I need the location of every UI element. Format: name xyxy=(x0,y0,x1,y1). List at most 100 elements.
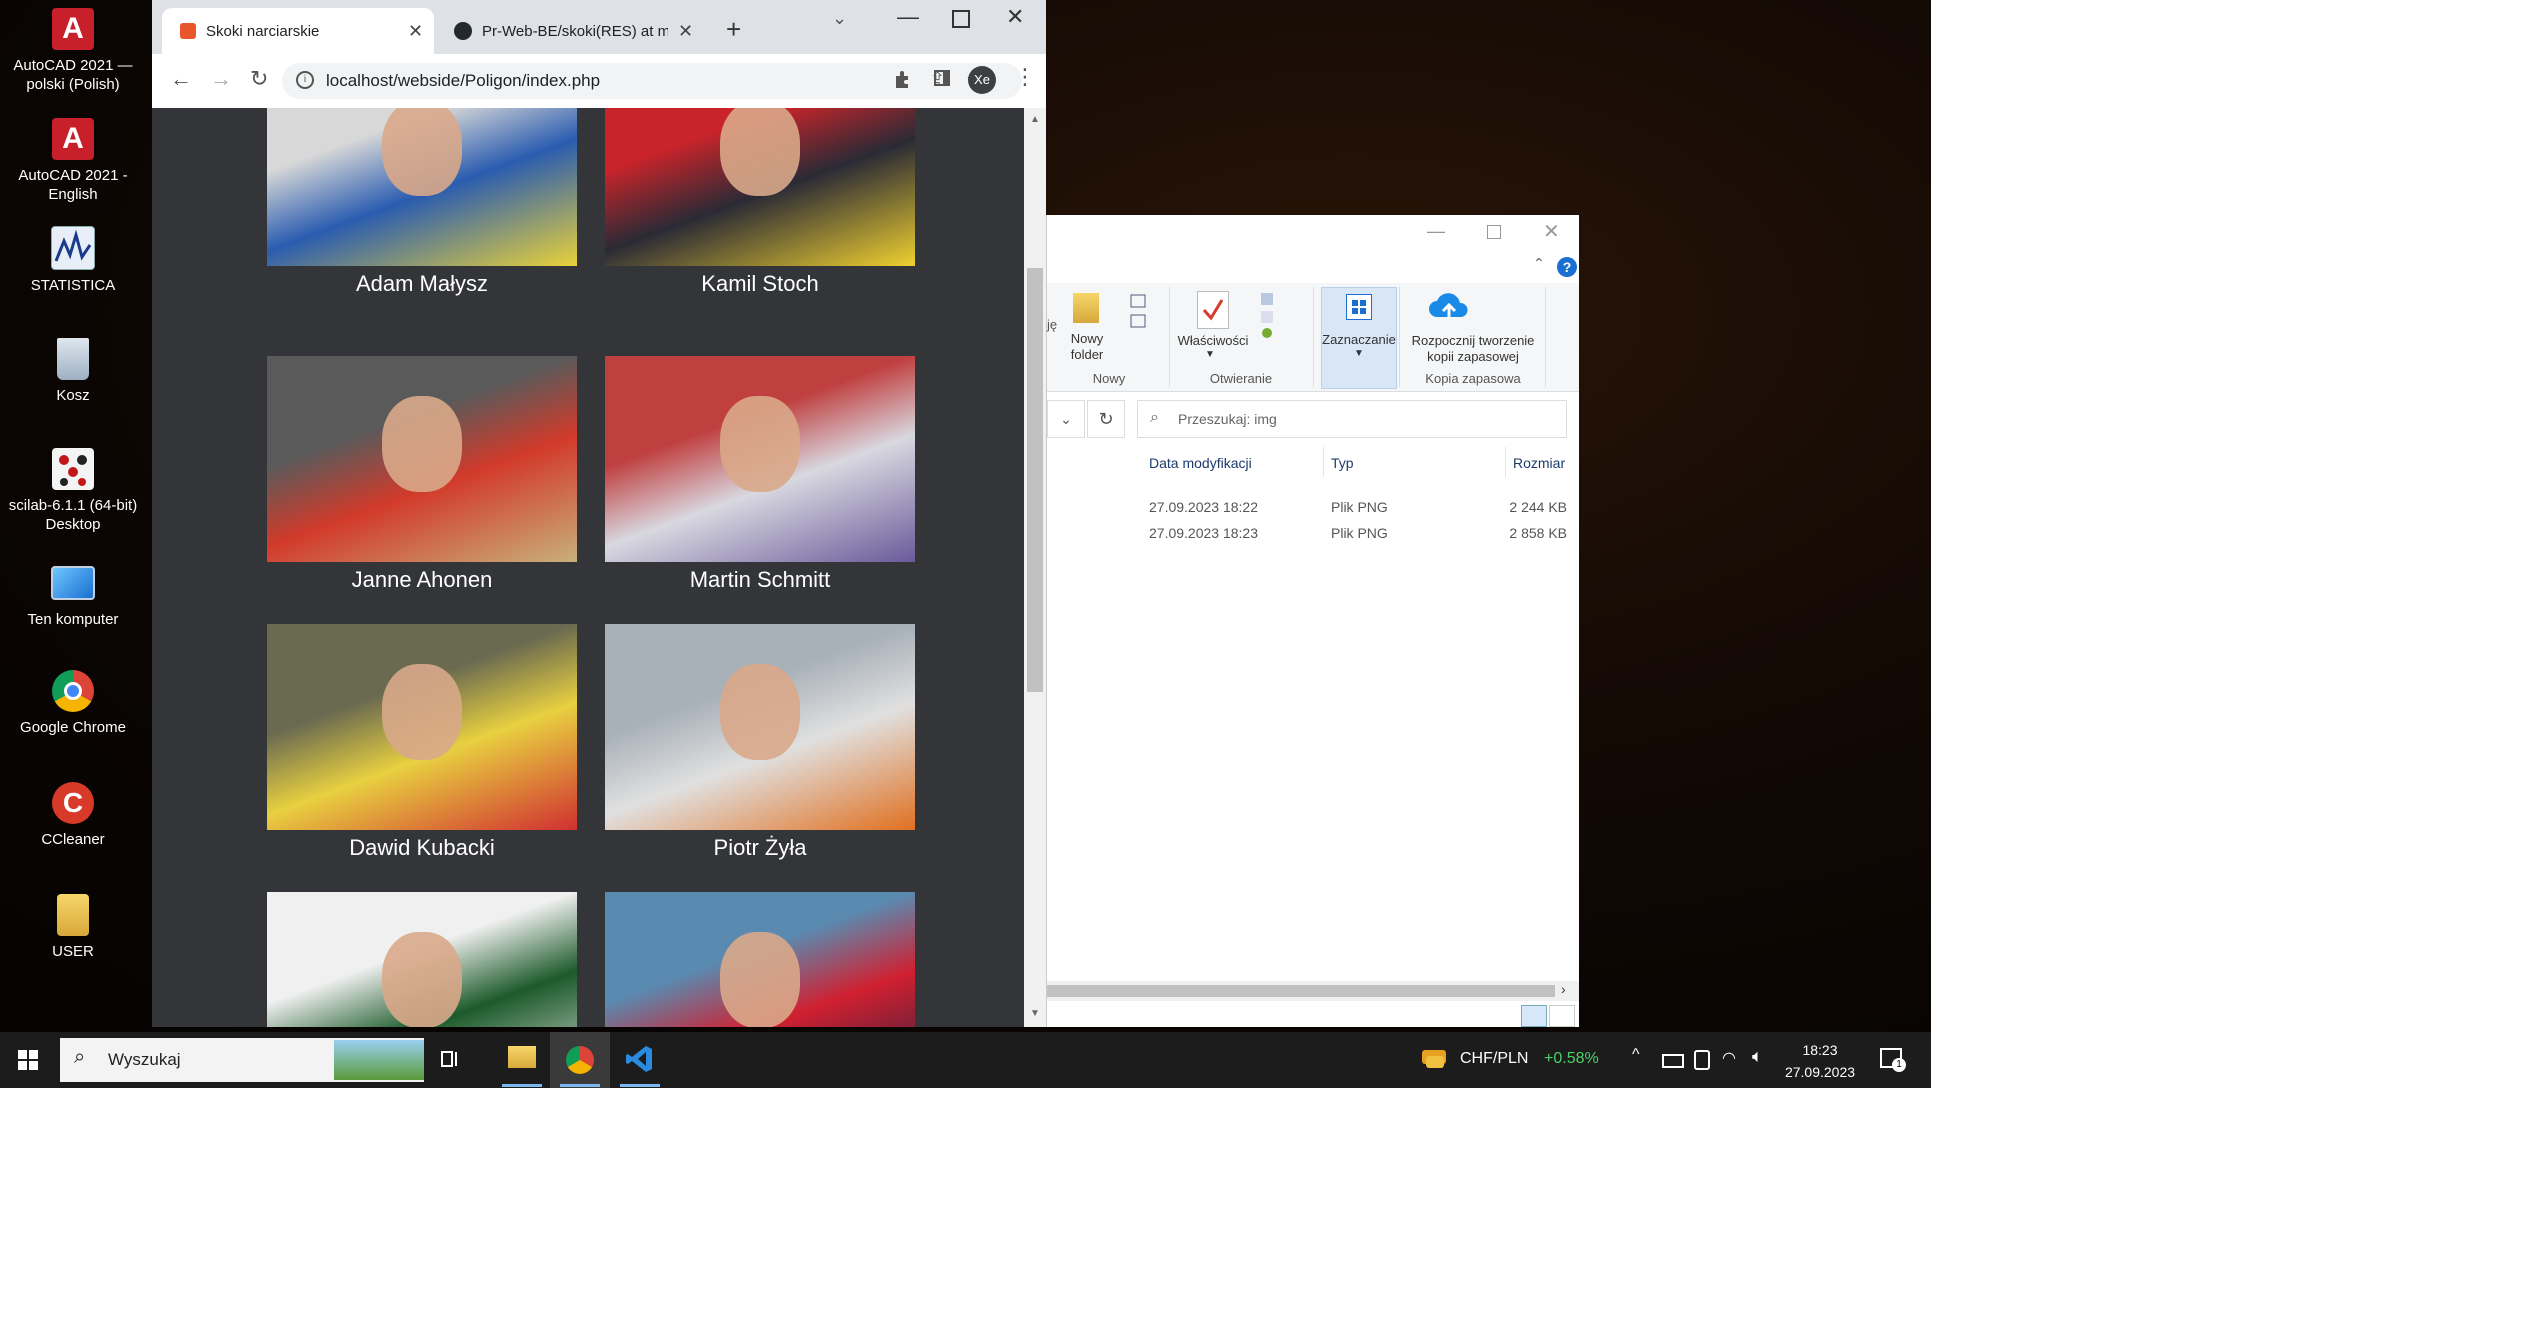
dropdown-arrow-icon: ▼ xyxy=(1354,348,1364,359)
scrollbar-thumb[interactable] xyxy=(1027,268,1043,692)
taskbar-search-text: Wyszukaj xyxy=(108,1050,181,1069)
close-tab-icon[interactable]: ✕ xyxy=(678,21,693,42)
new-tab-button[interactable]: + xyxy=(726,14,741,45)
file-row[interactable]: 27.09.2023 18:23 Plik PNG 2 858 KB xyxy=(1047,521,1579,547)
new-folder-icon xyxy=(1073,293,1099,323)
volume-icon[interactable]: 🔈︎ xyxy=(1752,1046,1763,1067)
wifi-icon[interactable]: ◠ xyxy=(1722,1048,1736,1068)
side-panel-icon[interactable] xyxy=(934,70,950,86)
scroll-up-icon[interactable]: ▲ xyxy=(1030,114,1040,125)
desktop-icon-this-pc[interactable]: Ten komputer xyxy=(0,560,146,629)
large-icons-view-icon[interactable] xyxy=(1549,1005,1575,1027)
refresh-icon[interactable]: ↻ xyxy=(1087,400,1125,438)
details-view-icon[interactable] xyxy=(1521,1005,1547,1027)
clock-date[interactable]: 27.09.2023 xyxy=(1780,1064,1860,1080)
collapse-ribbon-icon[interactable]: ⌃ xyxy=(1533,255,1545,272)
back-icon[interactable]: ← xyxy=(170,66,192,92)
jumper-name: Martin Schmitt xyxy=(689,567,831,592)
minimize-button[interactable]: — xyxy=(1427,221,1445,242)
desktop-icon-ccleaner[interactable]: C CCleaner xyxy=(0,782,146,849)
recycle-bin-icon xyxy=(57,338,89,380)
site-info-icon[interactable]: i xyxy=(296,71,314,89)
jumper-name: Kamil Stoch xyxy=(701,271,819,296)
tab-github[interactable]: Pr-Web-BE/skoki(RES) at ma ✕ xyxy=(438,8,708,54)
select-icon xyxy=(1346,294,1372,320)
ribbon-group-open: Otwieranie xyxy=(1209,371,1273,386)
device-icon[interactable] xyxy=(1694,1050,1710,1070)
jumper-photo xyxy=(605,624,915,830)
jumper-photo xyxy=(267,108,577,266)
taskbar-vscode[interactable] xyxy=(612,1032,668,1088)
new-item-icon[interactable] xyxy=(1129,291,1153,331)
desktop-icon-statistica[interactable]: STATISTICA xyxy=(0,226,146,295)
column-modified[interactable]: Data modyfikacji xyxy=(1149,455,1252,471)
open-actions-icon[interactable] xyxy=(1259,291,1279,341)
tab-search-icon[interactable]: ⌄ xyxy=(832,8,847,29)
help-icon[interactable]: ? xyxy=(1557,257,1577,277)
desktop-icon-user[interactable]: USER xyxy=(0,894,146,961)
task-view-icon[interactable] xyxy=(440,1048,462,1070)
notifications-icon[interactable]: 1 xyxy=(1880,1048,1906,1072)
taskbar-file-explorer[interactable] xyxy=(494,1032,550,1088)
url-text[interactable]: localhost/webside/Poligon/index.php xyxy=(326,71,600,91)
file-modified: 27.09.2023 18:22 xyxy=(1149,499,1258,515)
column-type[interactable]: Typ xyxy=(1331,455,1354,471)
dropdown-arrow-icon[interactable]: ▼ xyxy=(1205,349,1215,360)
desktop-icon-autocad-english[interactable]: A AutoCAD 2021 - English xyxy=(0,118,146,204)
ribbon-divider xyxy=(1399,287,1400,387)
clock-time[interactable]: 18:23 xyxy=(1780,1042,1860,1058)
battery-icon[interactable] xyxy=(1662,1054,1684,1068)
close-window-button[interactable]: ✕ xyxy=(1006,4,1024,30)
file-size: 2 244 KB xyxy=(1509,499,1567,515)
history-dropdown-icon[interactable]: ⌄ xyxy=(1047,400,1085,438)
horizontal-scroll-thumb[interactable] xyxy=(1047,985,1555,997)
minimize-button[interactable]: — xyxy=(897,4,919,30)
start-button[interactable] xyxy=(18,1050,38,1070)
column-size[interactable]: Rozmiar xyxy=(1513,455,1565,471)
maximize-button[interactable] xyxy=(1487,225,1501,239)
jumper-face xyxy=(720,932,800,1027)
maximize-button[interactable] xyxy=(952,10,970,28)
profile-avatar[interactable]: Xe xyxy=(968,66,996,94)
extensions-icon[interactable] xyxy=(892,68,914,90)
toolbar: ← → ↻ i localhost/webside/Poligon/index.… xyxy=(152,54,1046,109)
vscode-icon xyxy=(626,1044,654,1074)
scroll-right-icon[interactable]: › xyxy=(1561,981,1566,997)
tab-skoki-narciarskie[interactable]: Skoki narciarskie ✕ xyxy=(162,8,434,54)
currency-widget-icon[interactable] xyxy=(1420,1044,1450,1074)
search-highlight-image xyxy=(334,1040,424,1080)
jumper-face xyxy=(382,664,462,760)
select-button[interactable]: Zaznaczanie ▼ xyxy=(1321,287,1397,389)
properties-button[interactable]: Właściwości xyxy=(1171,333,1255,349)
ribbon-cut-label: ję xyxy=(1047,317,1058,332)
scroll-down-icon[interactable]: ▼ xyxy=(1030,1008,1040,1019)
taskbar-search[interactable]: ⌕ Wyszukaj xyxy=(60,1038,424,1082)
taskbar-chrome[interactable] xyxy=(550,1032,610,1088)
search-box[interactable]: ⌕ Przeszukaj: img xyxy=(1137,400,1567,438)
jumper-photo xyxy=(267,356,577,562)
desktop-icon-recycle-bin[interactable]: Kosz xyxy=(0,338,146,405)
scrollbar[interactable]: ▲ ▼ xyxy=(1024,108,1046,1027)
desktop-icon-google-chrome[interactable]: Google Chrome xyxy=(0,670,146,737)
tab-title: Pr-Web-BE/skoki(RES) at ma xyxy=(482,23,668,40)
statistica-icon xyxy=(51,226,95,270)
new-folder-button[interactable]: Nowy folder xyxy=(1061,331,1113,363)
menu-icon[interactable]: ⋮ xyxy=(1014,64,1036,90)
show-hidden-icons[interactable]: ^ xyxy=(1632,1046,1640,1064)
autocad-icon: A xyxy=(52,118,94,160)
close-window-button[interactable]: ✕ xyxy=(1543,219,1560,244)
close-tab-icon[interactable]: ✕ xyxy=(408,21,423,42)
jumper-face xyxy=(720,108,800,196)
desktop-icon-autocad-polish[interactable]: A AutoCAD 2021 — polski (Polish) xyxy=(0,8,146,94)
backup-button[interactable]: Rozpocznij tworzenie kopii zapasowej xyxy=(1403,333,1543,365)
currency-pair[interactable]: CHF/PLN xyxy=(1460,1050,1528,1068)
file-row[interactable]: 27.09.2023 18:22 Plik PNG 2 244 KB xyxy=(1047,495,1579,521)
jumper-face xyxy=(382,396,462,492)
horizontal-scrollbar[interactable]: › xyxy=(1047,981,1579,1001)
column-divider xyxy=(1505,447,1506,477)
currency-change[interactable]: +0.58% xyxy=(1544,1050,1599,1068)
jumper-photo xyxy=(605,108,915,266)
forward-icon[interactable]: → xyxy=(210,66,232,92)
desktop-icon-scilab[interactable]: scilab-6.1.1 (64-bit) Desktop xyxy=(0,448,146,534)
reload-icon[interactable]: ↻ xyxy=(250,66,268,92)
